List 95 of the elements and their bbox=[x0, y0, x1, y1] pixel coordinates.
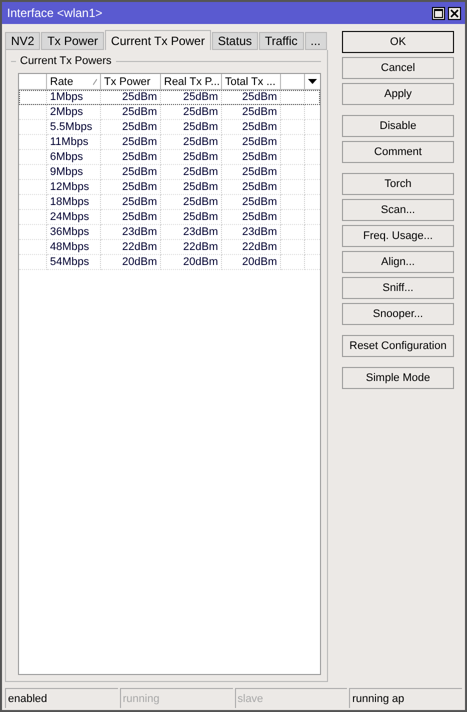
table-cell: 25dBm bbox=[101, 105, 161, 120]
table-cell: 9Mbps bbox=[47, 165, 101, 180]
table-cell: 25dBm bbox=[161, 90, 222, 105]
table-row[interactable]: 9Mbps 25dBm 25dBm 25dBm bbox=[19, 165, 320, 180]
table-cell: 25dBm bbox=[101, 150, 161, 165]
tab[interactable]: ... bbox=[304, 32, 327, 50]
table-cell: 24Mbps bbox=[47, 210, 101, 225]
maximize-icon bbox=[434, 8, 443, 18]
sort-icon bbox=[93, 78, 97, 84]
table-cell: 25dBm bbox=[101, 90, 161, 105]
status-field: enabled bbox=[5, 688, 118, 708]
dialog-button[interactable]: Apply bbox=[342, 83, 454, 105]
table-row[interactable]: 18Mbps 25dBm 25dBm 25dBm bbox=[19, 195, 320, 210]
table-cell: 25dBm bbox=[101, 135, 161, 150]
table-cell: 25dBm bbox=[101, 120, 161, 135]
dialog-button[interactable]: Snooper... bbox=[342, 303, 454, 325]
table-row[interactable]: 48Mbps 22dBm 22dBm 22dBm bbox=[19, 240, 320, 255]
table-cell: 11Mbps bbox=[47, 135, 101, 150]
table-cell: 25dBm bbox=[222, 150, 281, 165]
table-cell: 54Mbps bbox=[47, 255, 101, 270]
table-cell: 25dBm bbox=[222, 195, 281, 210]
table-cell: 20dBm bbox=[222, 255, 281, 270]
table-row[interactable]: 24Mbps 25dBm 25dBm 25dBm bbox=[19, 210, 320, 225]
table-cell: 25dBm bbox=[222, 165, 281, 180]
table-cell: 25dBm bbox=[161, 150, 222, 165]
column-header[interactable]: Total Tx ... bbox=[222, 74, 281, 90]
table-cell: 25dBm bbox=[222, 105, 281, 120]
table-cell: 20dBm bbox=[101, 255, 161, 270]
maximize-button[interactable] bbox=[432, 6, 445, 20]
close-button[interactable] bbox=[448, 6, 461, 20]
status-field: running bbox=[120, 688, 232, 708]
table-cell: 48Mbps bbox=[47, 240, 101, 255]
table-cell: 22dBm bbox=[161, 240, 222, 255]
table-row[interactable]: 54Mbps 20dBm 20dBm 20dBm bbox=[19, 255, 320, 270]
table-cell: 25dBm bbox=[161, 135, 222, 150]
table-cell: 18Mbps bbox=[47, 195, 101, 210]
tab[interactable]: Status bbox=[212, 32, 258, 50]
dialog-button[interactable]: Disable bbox=[342, 115, 454, 137]
table-cell: 22dBm bbox=[222, 240, 281, 255]
dialog-button[interactable]: Cancel bbox=[342, 57, 454, 79]
dialog-button[interactable]: OK bbox=[342, 31, 454, 53]
dialog-button[interactable]: Align... bbox=[342, 251, 454, 273]
table-cell: 25dBm bbox=[101, 165, 161, 180]
table-cell: 25dBm bbox=[222, 210, 281, 225]
table-row[interactable]: 36Mbps 23dBm 23dBm 23dBm bbox=[19, 225, 320, 240]
close-icon bbox=[450, 8, 459, 18]
tab[interactable]: Current Tx Power bbox=[105, 30, 211, 50]
table-cell: 23dBm bbox=[222, 225, 281, 240]
table-cell: 1Mbps bbox=[47, 90, 101, 105]
table-row[interactable]: 5.5Mbps 25dBm 25dBm 25dBm bbox=[19, 120, 320, 135]
dialog-button[interactable]: Torch bbox=[342, 173, 454, 195]
table-cell: 36Mbps bbox=[47, 225, 101, 240]
window-title: Interface <wlan1> bbox=[7, 6, 102, 20]
table-row[interactable]: 12Mbps 25dBm 25dBm 25dBm bbox=[19, 180, 320, 195]
dialog-button[interactable]: Simple Mode bbox=[342, 367, 454, 389]
table-row[interactable]: 6Mbps 25dBm 25dBm 25dBm bbox=[19, 150, 320, 165]
table-cell: 25dBm bbox=[222, 135, 281, 150]
table-cell: 2Mbps bbox=[47, 105, 101, 120]
table-cell: 25dBm bbox=[101, 195, 161, 210]
dialog-button[interactable]: Sniff... bbox=[342, 277, 454, 299]
table-cell: 25dBm bbox=[161, 210, 222, 225]
dialog-button[interactable]: Reset Configuration bbox=[342, 335, 454, 357]
table-cell: 25dBm bbox=[161, 180, 222, 195]
column-header[interactable]: Tx Power bbox=[101, 74, 161, 90]
table-cell: 25dBm bbox=[161, 165, 222, 180]
table-row[interactable]: 11Mbps 25dBm 25dBm 25dBm bbox=[19, 135, 320, 150]
table-row[interactable]: 2Mbps 25dBm 25dBm 25dBm bbox=[19, 105, 320, 120]
table-cell: 25dBm bbox=[161, 195, 222, 210]
column-header[interactable]: Rate bbox=[47, 74, 101, 90]
dropdown-arrow-icon[interactable] bbox=[308, 79, 317, 84]
tab[interactable]: Tx Power bbox=[41, 32, 104, 50]
tab[interactable]: Traffic bbox=[258, 32, 304, 50]
table-cell: 25dBm bbox=[222, 120, 281, 135]
table-cell: 6Mbps bbox=[47, 150, 101, 165]
group-title: Current Tx Powers bbox=[20, 55, 112, 67]
dialog-button[interactable]: Freq. Usage... bbox=[342, 225, 454, 247]
table-cell: 12Mbps bbox=[47, 180, 101, 195]
dialog-button[interactable]: Comment bbox=[342, 141, 454, 163]
dialog-button[interactable]: Scan... bbox=[342, 199, 454, 221]
table-cell: 20dBm bbox=[161, 255, 222, 270]
status-field: running ap bbox=[349, 688, 462, 708]
table-cell: 25dBm bbox=[222, 90, 281, 105]
table-cell: 22dBm bbox=[101, 240, 161, 255]
table-cell: 25dBm bbox=[101, 210, 161, 225]
table-cell: 25dBm bbox=[101, 180, 161, 195]
table-cell: 25dBm bbox=[161, 105, 222, 120]
table-row[interactable]: 1Mbps 25dBm 25dBm 25dBm bbox=[19, 90, 320, 105]
column-header[interactable]: Real Tx P... bbox=[161, 74, 222, 90]
table-cell: 23dBm bbox=[161, 225, 222, 240]
status-field: slave bbox=[234, 688, 348, 708]
tab[interactable]: NV2 bbox=[5, 32, 40, 50]
table-cell: 5.5Mbps bbox=[47, 120, 101, 135]
table-cell: 23dBm bbox=[101, 225, 161, 240]
table-cell: 25dBm bbox=[161, 120, 222, 135]
table-cell: 25dBm bbox=[222, 180, 281, 195]
